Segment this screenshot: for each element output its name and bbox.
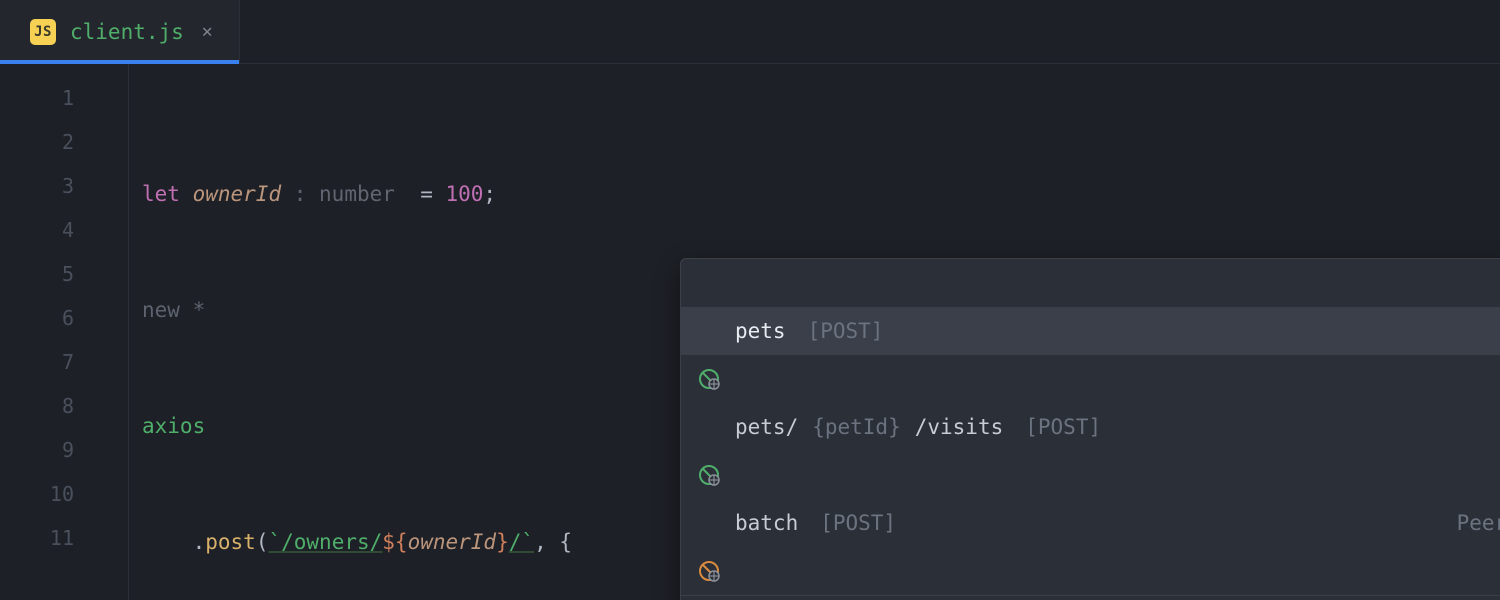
completion-origin: PeerReplic xyxy=(1457,511,1500,535)
line-number: 8 xyxy=(0,384,100,428)
tab-bar: JS client.js ✕ xyxy=(0,0,1500,64)
line-number-gutter: 1 2 3 4 5 6 7 8 9 10 11 xyxy=(0,64,100,600)
line-number: 2 xyxy=(0,120,100,164)
completion-method: [POST] xyxy=(820,511,896,535)
line-number: 10 xyxy=(0,472,100,516)
endpoint-icon xyxy=(697,511,721,535)
completion-method: [POST] xyxy=(1025,415,1101,439)
line-number: 1 xyxy=(0,76,100,120)
js-file-icon: JS xyxy=(30,19,56,45)
tab-title: client.js xyxy=(70,20,184,44)
code-editor[interactable]: 1 2 3 4 5 6 7 8 9 10 11 let ownerId : nu… xyxy=(0,64,1500,600)
endpoint-icon xyxy=(697,319,721,343)
inlay-hint: new * xyxy=(142,298,205,322)
completion-method: [POST] xyxy=(808,319,884,343)
completion-hint: Press Ctrl+. to choose the selected (or … xyxy=(681,595,1500,600)
file-tab-clientjs[interactable]: JS client.js ✕ xyxy=(0,0,240,63)
line-number: 7 xyxy=(0,340,100,384)
completion-label: pets xyxy=(735,319,786,343)
code-area[interactable]: let ownerId : number = 100; new * axios … xyxy=(100,64,1500,600)
completion-item[interactable]: pets [POST] xyxy=(681,307,1500,355)
line-number: 11 xyxy=(0,516,100,560)
completion-item[interactable]: batch [POST] PeerReplic xyxy=(681,499,1500,547)
line-number: 9 xyxy=(0,428,100,472)
line-number: 4 xyxy=(0,208,100,252)
close-icon[interactable]: ✕ xyxy=(198,19,217,45)
code-completion-popup[interactable]: pets [POST] pets/{petId}/visits [POST] b… xyxy=(680,258,1500,600)
completion-param: {petId} xyxy=(812,415,901,439)
line-number: 3 xyxy=(0,164,100,208)
line-number: 5 xyxy=(0,252,100,296)
code-line: let ownerId : number = 100; xyxy=(142,172,1500,216)
endpoint-icon xyxy=(697,415,721,439)
completion-item[interactable]: pets/{petId}/visits [POST] xyxy=(681,403,1500,451)
line-number: 6 xyxy=(0,296,100,340)
